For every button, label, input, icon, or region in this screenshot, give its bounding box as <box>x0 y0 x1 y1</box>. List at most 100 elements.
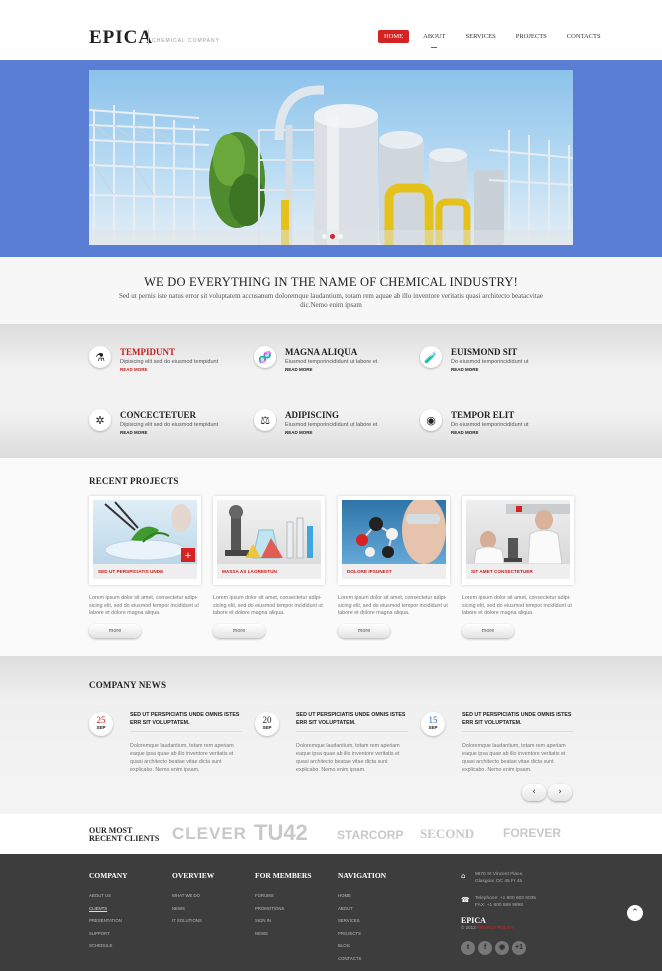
read-more-link[interactable]: READ MORE <box>451 430 479 435</box>
clients-title-line2: RECENT CLIENTS <box>89 834 160 843</box>
project-caption[interactable]: DOLORE IPSUNEST <box>342 564 446 579</box>
slider-dot[interactable] <box>338 234 343 239</box>
footer-logo[interactable]: EPICA <box>461 916 486 925</box>
disc-icon: ◉ <box>420 409 442 431</box>
footer-link[interactable]: CLIENTS <box>89 903 169 916</box>
logo[interactable]: EPICA <box>89 27 153 49</box>
client-logo-tu42[interactable]: TU42 <box>254 820 308 846</box>
dna-icon: 🧬 <box>254 346 276 368</box>
feature-text: Dipisicing elit sed do eiusmod tempidunt <box>120 359 219 365</box>
more-button[interactable]: more <box>213 623 265 638</box>
footer-link[interactable]: FORUMS <box>255 890 335 903</box>
footer-link[interactable]: SUPPORT <box>89 928 169 941</box>
clients-section: OUR MOST RECENT CLIENTS CLEVER TU42 STAR… <box>0 814 662 854</box>
feature-title[interactable]: TEMPOR ELIT <box>451 410 514 420</box>
footer-link[interactable]: SERVICES <box>338 915 418 928</box>
more-button[interactable]: more <box>338 623 390 638</box>
read-more-link[interactable]: READ MORE <box>285 367 313 372</box>
feature-title[interactable]: CONCECTETUER <box>120 410 196 420</box>
read-more-link[interactable]: READ MORE <box>451 367 479 372</box>
project-image <box>217 500 321 564</box>
client-logo-clever[interactable]: CLEVER <box>172 824 247 844</box>
feature-text: Eiusmod temporincididunt ut labore et <box>285 422 378 428</box>
footer-column-title: FOR MEMBERS <box>255 871 312 880</box>
features-section: ⚗ TEMPIDUNT Dipisicing elit sed do eiusm… <box>0 324 662 458</box>
footer-link[interactable]: CONTACTS <box>338 953 418 966</box>
client-logo-starcorp[interactable]: STARCORP <box>337 828 403 842</box>
feature-text: Do eiusmod temporincididunt ut <box>451 422 529 428</box>
news-month: SEP <box>262 725 272 730</box>
project-thumbnail[interactable]: DOLORE IPSUNEST <box>338 496 450 585</box>
footer-link[interactable]: NEWS <box>172 903 252 916</box>
feature-title[interactable]: EUISMOND SIT <box>451 347 517 357</box>
footer-link[interactable]: PRESENTATION <box>89 915 169 928</box>
rss-icon[interactable]: ◉ <box>495 941 509 955</box>
news-headline[interactable]: SED UT PERSPICIATIS UNDE OMNIS ISTES ERR… <box>130 712 242 727</box>
nav-home[interactable]: HOME <box>378 30 410 43</box>
google-plus-icon[interactable]: +1 <box>512 941 526 955</box>
project-thumbnail[interactable]: MASSA AS LAOREETUN <box>213 496 325 585</box>
read-more-link[interactable]: READ MORE <box>120 367 148 372</box>
news-headline[interactable]: SED UT PERSPICIATIS UNDE OMNIS ISTES ERR… <box>296 712 408 727</box>
footer-link[interactable]: NEWS <box>255 928 335 941</box>
hero-slider[interactable] <box>89 70 573 245</box>
footer-link[interactable]: PROJECTS <box>338 928 418 941</box>
client-logo-second[interactable]: SECOND <box>420 826 474 842</box>
footer-link[interactable]: WHAT WE DO <box>172 890 252 903</box>
clients-title: OUR MOST RECENT CLIENTS <box>89 827 159 843</box>
slider-pagination <box>322 234 343 239</box>
project-thumbnail[interactable]: SIT AMET CONSECTETUER <box>462 496 574 585</box>
feature-title[interactable]: ADIPISCING <box>285 410 339 420</box>
nav-services[interactable]: SERVICES <box>460 30 502 43</box>
project-caption[interactable]: MASSA AS LAOREETUN <box>217 564 321 579</box>
project-caption[interactable]: SIT AMET CONSECTETUER <box>466 564 570 579</box>
footer-link[interactable]: PROMOTIONS <box>255 903 335 916</box>
feature-title[interactable]: MAGNA ALIQUA <box>285 347 357 357</box>
chevron-left-icon[interactable]: ‹ <box>522 784 546 801</box>
main-nav: HOME ABOUT SERVICES PROJECTS CONTACTS <box>378 30 615 48</box>
plant-in-dish-image: + <box>104 501 195 562</box>
footer-link[interactable]: SIGN IN <box>255 915 335 928</box>
footer-link[interactable]: ABOUT <box>338 903 418 916</box>
footer-link[interactable]: SCHEDULE <box>89 940 169 953</box>
project-text: Lorem ipsum dolor sit amet, consectetur … <box>338 595 448 616</box>
footer-link[interactable]: BLOG <box>338 940 418 953</box>
client-logo-forever[interactable]: FOREVER <box>503 826 561 840</box>
slider-dot-active[interactable] <box>330 234 335 239</box>
footer-link[interactable]: ABOUT US <box>89 890 169 903</box>
nav-about[interactable]: ABOUT <box>417 30 451 48</box>
feature-text: Do eiusmod temporincididunt ut <box>451 359 529 365</box>
more-button[interactable]: more <box>89 623 141 638</box>
footer-column-members: FOR MEMBERS FORUMS PROMOTIONS SIGN IN NE… <box>255 871 335 940</box>
feature-text: Dipisicing elit sed do eiusmod tempidunt <box>120 422 219 428</box>
privacy-policy-link[interactable]: PRIVACY POLICY <box>477 925 514 930</box>
slider-dot[interactable] <box>322 234 327 239</box>
phone-icon: ☎ <box>461 896 470 904</box>
chevron-right-icon[interactable]: › <box>548 784 572 801</box>
read-more-link[interactable]: READ MORE <box>120 430 148 435</box>
news-month: SEP <box>428 725 438 730</box>
scroll-to-top-icon[interactable]: ⌃ <box>627 905 643 921</box>
feature-title[interactable]: TEMPIDUNT <box>120 347 175 357</box>
news-headline[interactable]: SED UT PERSPICIATIS UNDE OMNIS ISTES ERR… <box>462 712 574 727</box>
read-more-link[interactable]: READ MORE <box>285 430 313 435</box>
footer-link[interactable]: HOME <box>338 890 418 903</box>
molecule-model-image <box>356 500 446 564</box>
project-image <box>466 500 570 564</box>
microscope-icon: ⚗ <box>89 346 111 368</box>
facebook-icon[interactable]: f <box>478 941 492 955</box>
chemical-plant-image <box>89 85 573 245</box>
project-card: DOLORE IPSUNEST Lorem ipsum dolor sit am… <box>338 496 450 638</box>
footer-column-title: COMPANY <box>89 871 128 880</box>
news-text: Doloremque laudantium, totam rem aperiam… <box>296 743 400 773</box>
logo-divider <box>148 29 149 45</box>
footer-link[interactable]: IT SOLUTIONS <box>172 915 252 928</box>
more-button[interactable]: more <box>462 623 514 638</box>
recent-projects-section: RECENT PROJECTS + SED UT PERSPICIATIS UN… <box>0 458 662 656</box>
nav-contacts[interactable]: CONTACTS <box>561 30 607 43</box>
nav-projects[interactable]: PROJECTS <box>510 30 553 43</box>
headline-section: WE DO EVERYTHING IN THE NAME OF CHEMICAL… <box>0 257 662 324</box>
project-caption[interactable]: SED UT PERSPICIATIS UNDE <box>93 564 197 579</box>
twitter-icon[interactable]: t <box>461 941 475 955</box>
project-thumbnail[interactable]: + SED UT PERSPICIATIS UNDE <box>89 496 201 585</box>
